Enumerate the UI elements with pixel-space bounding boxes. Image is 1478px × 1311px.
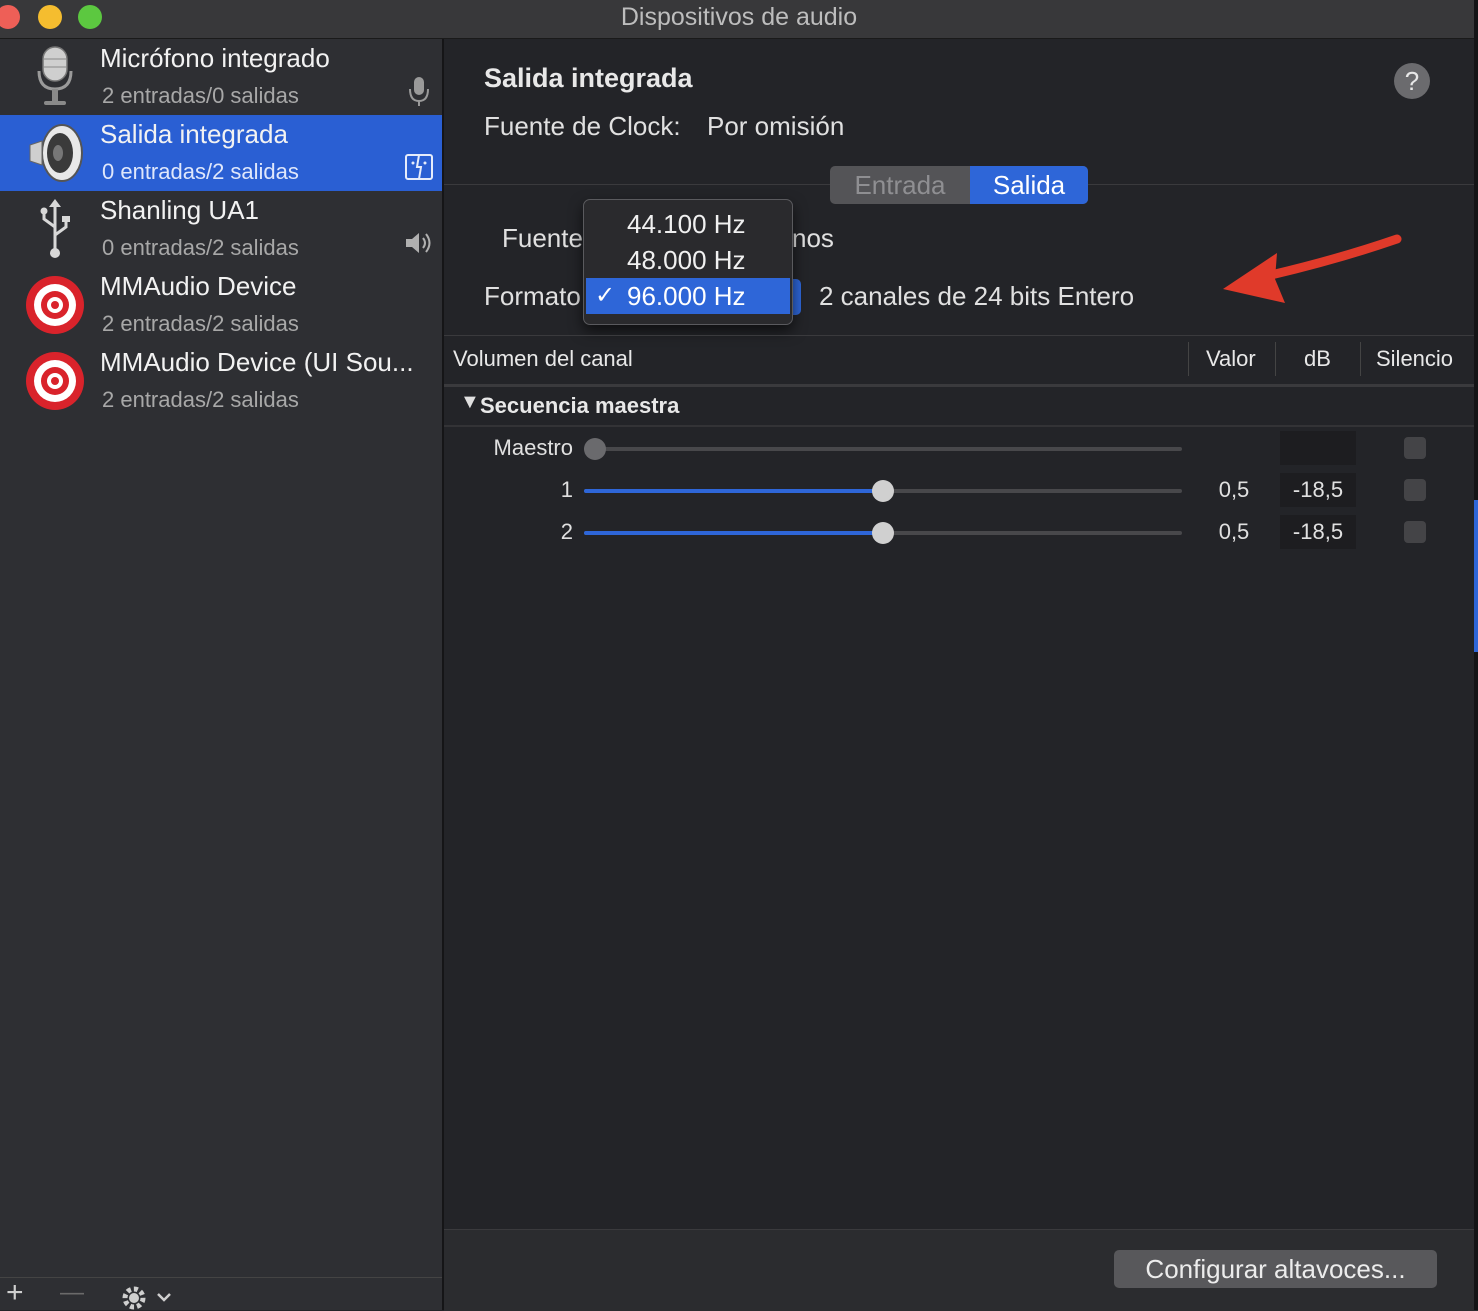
input-output-segmented-control: Entrada Salida xyxy=(830,166,1088,204)
usb-icon xyxy=(40,199,70,258)
sample-rate-menu: 44.100 Hz 48.000 Hz ✓ 96.000 Hz xyxy=(583,199,793,325)
source-label: Fuente xyxy=(502,223,583,253)
source-value[interactable]: nos xyxy=(792,223,834,254)
mute-checkbox[interactable] xyxy=(1404,479,1426,501)
mic-badge-icon xyxy=(409,77,429,106)
target-icon xyxy=(26,352,84,410)
tab-salida[interactable]: Salida xyxy=(970,166,1088,204)
window-title: Dispositivos de audio xyxy=(620,3,858,31)
device-row-microfono[interactable]: Micrófono integrado 2 entradas/0 salidas xyxy=(0,39,442,115)
device-row-mmaudio[interactable]: MMAudio Device 2 entradas/2 salidas xyxy=(0,267,442,343)
finder-badge-icon xyxy=(405,154,433,180)
format-label: Formato xyxy=(484,281,581,311)
volume-slider-fill xyxy=(584,531,883,535)
sample-rate-option[interactable]: 48.000 Hz xyxy=(586,242,790,278)
device-row-salida-integrada[interactable]: Salida integrada 0 entradas/2 salidas xyxy=(0,115,442,191)
gear-icon[interactable] xyxy=(120,1284,176,1310)
device-name: Shanling UA1 xyxy=(100,195,259,225)
group-row-master-stream[interactable]: ▼ Secuencia maestra xyxy=(444,387,1478,427)
column-header-db[interactable]: dB xyxy=(1304,346,1331,372)
channel-value: 0,5 xyxy=(1218,477,1250,502)
help-button[interactable]: ? xyxy=(1394,63,1430,99)
format-description[interactable]: 2 canales de 24 bits Entero xyxy=(819,281,1134,312)
volume-slider-knob[interactable] xyxy=(584,438,606,460)
sample-rate-option[interactable]: 44.100 Hz xyxy=(586,206,790,242)
device-title: Salida integrada xyxy=(484,63,693,93)
column-divider xyxy=(1188,342,1189,376)
column-header-value[interactable]: Valor xyxy=(1206,346,1256,372)
channel-value: 0,5 xyxy=(1218,519,1250,544)
target-icon xyxy=(26,276,84,334)
column-header-mute[interactable]: Silencio xyxy=(1376,346,1453,372)
volume-slider-fill xyxy=(584,489,883,493)
device-row-mmaudio-ui[interactable]: MMAudio Device (UI Sou... 2 entradas/2 s… xyxy=(0,343,442,419)
column-divider xyxy=(1275,342,1276,376)
microphone-icon xyxy=(37,46,73,105)
volume-badge-icon xyxy=(406,233,431,253)
device-list: Micrófono integrado 2 entradas/0 salidas… xyxy=(0,39,444,1310)
device-name: Salida integrada xyxy=(100,119,288,149)
volume-slider[interactable] xyxy=(584,438,1182,460)
column-header-channel[interactable]: Volumen del canal xyxy=(453,346,633,372)
channel-db[interactable]: -18,5 xyxy=(1280,473,1356,507)
sidebar-footer: + — xyxy=(0,1277,442,1311)
clock-source-value[interactable]: Por omisión xyxy=(707,111,844,142)
volume-slider[interactable] xyxy=(584,480,1182,502)
device-name: MMAudio Device xyxy=(100,271,297,301)
channel-row-2: 2 0,5 -18,5 xyxy=(444,511,1478,553)
sample-rate-option-selected[interactable]: ✓ 96.000 Hz xyxy=(586,278,790,314)
mute-checkbox[interactable] xyxy=(1404,521,1426,543)
disclosure-triangle-icon[interactable]: ▼ xyxy=(460,391,480,414)
device-io: 2 entradas/0 salidas xyxy=(102,83,299,108)
channel-row-master: Maestro xyxy=(444,427,1478,469)
title-bar: Dispositivos de audio xyxy=(0,0,1478,39)
device-row-shanling[interactable]: Shanling UA1 0 entradas/2 salidas xyxy=(0,191,442,267)
device-io: 2 entradas/2 salidas xyxy=(102,311,299,336)
channel-db[interactable]: -18,5 xyxy=(1280,515,1356,549)
add-device-button[interactable]: + xyxy=(6,1278,24,1308)
configure-speakers-button[interactable]: Configurar altavoces... xyxy=(1114,1250,1437,1288)
speaker-icon xyxy=(29,124,83,182)
window-edge-accent xyxy=(1474,500,1478,652)
group-label: Secuencia maestra xyxy=(480,393,680,418)
channel-table-header: Volumen del canal Valor dB Silencio xyxy=(444,335,1478,387)
device-io: 2 entradas/2 salidas xyxy=(102,387,299,412)
device-name: Micrófono integrado xyxy=(100,43,330,73)
volume-slider-knob[interactable] xyxy=(872,480,894,502)
window-edge xyxy=(1474,0,1478,1310)
volume-slider-knob[interactable] xyxy=(872,522,894,544)
volume-slider[interactable] xyxy=(584,522,1182,544)
tab-entrada[interactable]: Entrada xyxy=(830,166,970,204)
channel-label: 1 xyxy=(560,477,573,502)
channel-label: Maestro xyxy=(493,435,573,460)
device-name: MMAudio Device (UI Sou... xyxy=(100,347,414,377)
bottom-bar: Configurar altavoces... xyxy=(444,1229,1478,1311)
device-io: 0 entradas/2 salidas xyxy=(102,159,299,184)
remove-device-button[interactable]: — xyxy=(60,1278,84,1308)
column-divider xyxy=(1360,342,1361,376)
channel-row-1: 1 0,5 -18,5 xyxy=(444,469,1478,511)
red-arrow-annotation xyxy=(1223,234,1402,303)
mute-checkbox[interactable] xyxy=(1404,437,1426,459)
clock-source-label: Fuente de Clock: xyxy=(484,111,681,141)
device-io: 0 entradas/2 salidas xyxy=(102,235,299,260)
device-detail-panel: Salida integrada ? Fuente de Clock: Por … xyxy=(444,39,1478,1311)
channel-label: 2 xyxy=(560,519,573,544)
channel-db[interactable] xyxy=(1280,431,1356,465)
checkmark-icon: ✓ xyxy=(595,282,616,309)
